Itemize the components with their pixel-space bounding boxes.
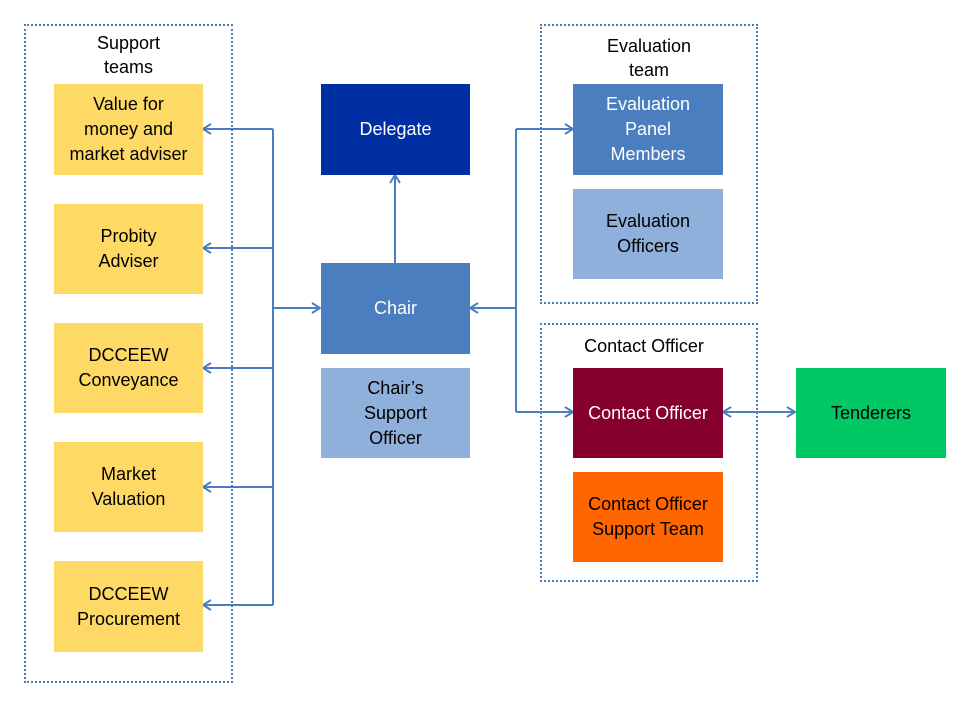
- node-label: Support Team: [592, 519, 704, 539]
- node-label: Value for: [93, 94, 164, 114]
- node-label: Probity: [100, 226, 157, 246]
- node-label: Evaluation: [605, 211, 691, 231]
- node-label: Delegate: [359, 119, 432, 139]
- node-label: money and: [83, 119, 174, 139]
- node-label: Market: [100, 464, 156, 484]
- node-contact-officer[interactable]: Contact Officer: [573, 368, 723, 458]
- node-delegate[interactable]: Delegate: [321, 84, 470, 175]
- node-label: Officer: [369, 427, 422, 448]
- node-label: Chair: [373, 298, 417, 318]
- node-label: Chair’s: [367, 377, 424, 398]
- node-dcceew-procurement[interactable]: DCCEEW Procurement: [54, 561, 203, 652]
- node-label: Contact Officer: [588, 494, 708, 514]
- node-label: DCCEEW: [88, 583, 169, 604]
- node-tenderers[interactable]: Tenderers: [796, 368, 946, 458]
- node-probity-adviser[interactable]: Probity Adviser: [54, 204, 203, 294]
- node-contact-officer-support-team[interactable]: Contact Officer Support Team: [573, 472, 723, 562]
- node-chair-support-officer[interactable]: Chair’s Support Officer: [321, 368, 470, 458]
- node-label: Contact Officer: [588, 402, 708, 423]
- node-label: Conveyance: [78, 370, 179, 390]
- node-label: Procurement: [76, 608, 181, 629]
- node-label: Officers: [617, 236, 679, 256]
- node-label: Tenderers: [830, 402, 912, 423]
- node-label: Adviser: [98, 251, 159, 271]
- node-label: DCCEEW: [88, 345, 169, 365]
- node-label: market adviser: [69, 144, 188, 164]
- node-label: Evaluation: [605, 94, 691, 114]
- node-evaluation-officers[interactable]: Evaluation Officers: [573, 189, 723, 279]
- node-chair[interactable]: Chair: [321, 263, 470, 354]
- node-label: Members: [610, 144, 686, 164]
- node-label: Valuation: [91, 489, 166, 509]
- node-label: Support: [363, 402, 428, 423]
- node-dcceew-conveyance[interactable]: DCCEEW Conveyance: [54, 323, 203, 413]
- node-label: Panel: [624, 119, 672, 139]
- node-evaluation-panel-members[interactable]: Evaluation Panel Members: [573, 84, 723, 175]
- node-market-valuation[interactable]: Market Valuation: [54, 442, 203, 532]
- node-value-for-money[interactable]: Value for money and market adviser: [54, 84, 203, 175]
